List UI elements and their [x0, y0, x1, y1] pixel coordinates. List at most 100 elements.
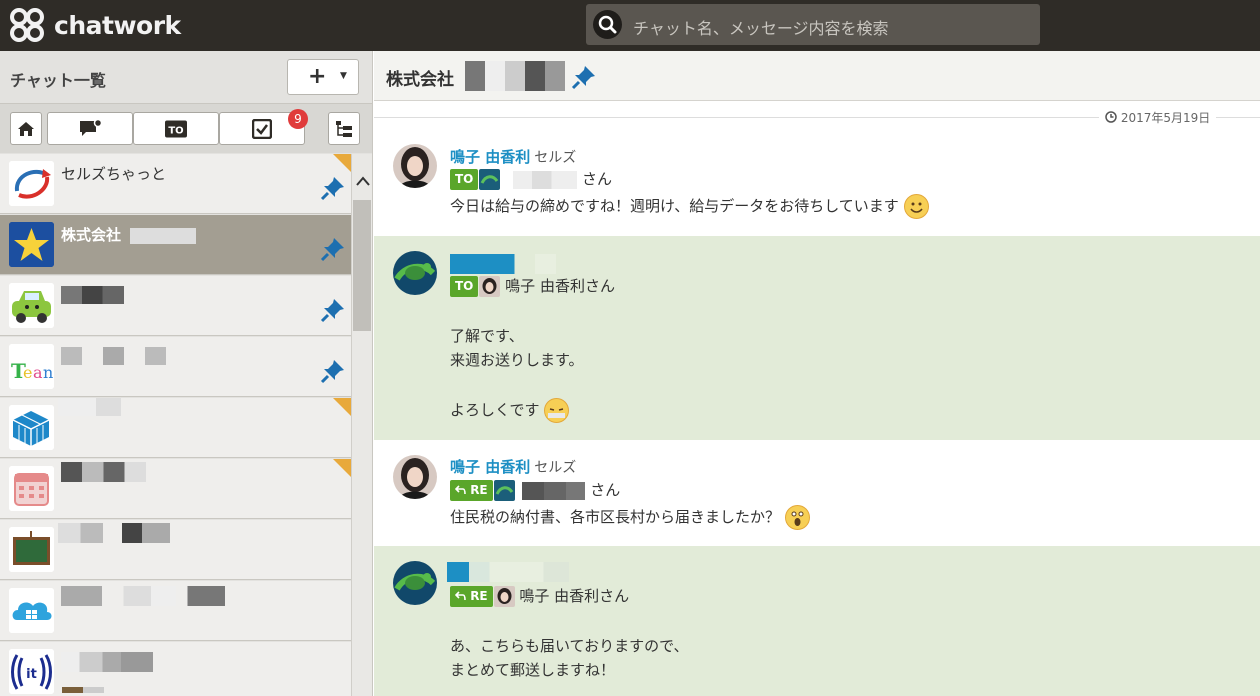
unread-chat-icon	[80, 118, 102, 136]
unread-corner-badge	[333, 398, 351, 416]
redacted-sender	[450, 254, 556, 274]
plus-icon: +	[308, 64, 327, 89]
redacted-text	[130, 228, 196, 244]
redacted-text	[58, 398, 121, 416]
message-body: 住民税の納付書、各市区長村から届きましたか？	[450, 505, 810, 530]
avatar[interactable]	[393, 251, 437, 295]
room-item[interactable]	[0, 276, 351, 336]
room-avatar	[9, 527, 54, 572]
reply-suffix: さん	[590, 481, 621, 499]
reply-label: RE	[470, 589, 488, 603]
room-item[interactable]: it	[0, 642, 351, 696]
redacted-text	[61, 462, 146, 482]
surprised-emoji-icon	[784, 505, 810, 530]
sidebar: チャット一覧 + ▼ TO 9 セルズちゃっと 株式会社 T e a n it	[0, 51, 373, 696]
filter-unread-button[interactable]	[47, 112, 133, 145]
avatar[interactable]	[393, 455, 437, 499]
message-text: よろしくです	[450, 401, 540, 419]
room-header: 株式会社	[374, 51, 1260, 101]
sender-name[interactable]: 鳴子 由香利 セルズ	[450, 456, 576, 477]
message[interactable]: TO 鳴子 由香利さん 了解です、 来週お送りします。 よろしくです	[374, 236, 1260, 440]
sender-name-text: 鳴子 由香利	[450, 148, 531, 166]
redacted-text	[61, 652, 153, 672]
reply-avatar	[493, 480, 515, 501]
to-tag: TO	[450, 169, 479, 190]
search-placeholder: チャット名、メッセージ内容を検索	[633, 19, 889, 38]
redacted-text	[522, 481, 586, 500]
message-body: あ、こちらも届いておりますので、	[450, 637, 689, 655]
sidebar-header: チャット一覧 + ▼	[0, 51, 372, 103]
filter-category-button[interactable]	[328, 112, 360, 145]
reply-tag[interactable]: RE	[450, 480, 493, 501]
room-item[interactable]	[0, 520, 351, 580]
pin-icon[interactable]	[320, 358, 346, 384]
sender-name-text: 鳴子 由香利	[450, 458, 531, 476]
message-reply-line: RE さん	[450, 479, 620, 501]
logo-text: chatwork	[54, 10, 181, 40]
pin-icon[interactable]	[320, 175, 346, 201]
room-avatar	[9, 222, 54, 267]
message-body: 来週お送りします。	[450, 351, 584, 369]
redacted-text	[58, 523, 170, 543]
chat-pane: 株式会社 2017年5月19日 鳴子 由香利 セルズ TO さん 今日は給与の締…	[374, 51, 1260, 696]
pin-icon[interactable]	[320, 236, 346, 262]
message-text: 住民税の納付書、各市区長村から届きましたか？	[450, 508, 781, 526]
room-name: セルズちゃっと	[61, 165, 167, 183]
pin-icon[interactable]	[320, 297, 346, 323]
message[interactable]: 鳴子 由香利 セルズ RE さん 住民税の納付書、各市区長村から届きましたか？	[374, 441, 1260, 545]
room-item[interactable]	[0, 581, 351, 641]
task-check-icon	[252, 118, 272, 139]
svg-text:n: n	[43, 363, 53, 382]
filter-to-button[interactable]: TO	[133, 112, 219, 145]
chatwork-logo-icon	[10, 8, 44, 42]
svg-text:a: a	[33, 363, 43, 382]
to-icon: TO	[165, 120, 187, 137]
message[interactable]: RE 鳴子 由香利さん あ、こちらも届いておりますので、 まとめて郵送しますね！	[374, 546, 1260, 696]
to-suffix: さん	[581, 170, 612, 188]
room-item[interactable]	[0, 398, 351, 458]
chevron-down-icon: ▼	[340, 71, 347, 81]
svg-text:e: e	[23, 363, 32, 382]
pin-icon[interactable]	[571, 64, 597, 90]
svg-text:TO: TO	[168, 125, 183, 136]
app-logo[interactable]: chatwork	[8, 6, 181, 44]
message-body: よろしくです	[450, 398, 570, 423]
room-item[interactable]: T e a n	[0, 337, 351, 397]
reply-label: RE	[470, 483, 488, 497]
redacted-text	[513, 170, 578, 189]
scroll-thumb[interactable]	[353, 200, 371, 331]
to-avatar	[479, 276, 501, 297]
filter-home-button[interactable]	[10, 112, 42, 145]
to-avatar	[479, 169, 501, 190]
room-item[interactable]: セルズちゃっと	[0, 154, 351, 214]
message-text: 今日は給与の締めですね！週明け、給与データをお待ちしています	[450, 197, 899, 215]
redacted-text	[465, 61, 565, 91]
room-avatar	[9, 588, 54, 633]
sidebar-title: チャット一覧	[10, 71, 106, 90]
smile-emoji-icon	[903, 194, 929, 219]
reply-arrow-icon	[454, 591, 466, 601]
room-avatar	[9, 405, 54, 450]
room-avatar: T e a n	[9, 344, 54, 389]
date-label: 2017年5月19日	[1099, 109, 1217, 126]
unread-corner-badge	[333, 154, 351, 172]
search-icon[interactable]	[593, 10, 622, 39]
search-input[interactable]: チャット名、メッセージ内容を検索	[586, 4, 1040, 45]
room-item-active[interactable]: 株式会社	[0, 215, 351, 275]
avatar[interactable]	[393, 144, 437, 188]
bow-emoji-icon	[544, 398, 570, 423]
chevron-up-icon[interactable]	[356, 176, 370, 186]
room-list-scrollbar[interactable]	[351, 154, 372, 696]
room-item[interactable]	[0, 459, 351, 519]
top-bar: chatwork チャット名、メッセージ内容を検索	[0, 0, 1260, 51]
message[interactable]: 鳴子 由香利 セルズ TO さん 今日は給与の締めですね！週明け、給与データをお待…	[374, 131, 1260, 235]
home-icon	[18, 121, 34, 136]
redacted-text	[61, 586, 225, 606]
sender-name[interactable]: 鳴子 由香利 セルズ	[450, 146, 576, 167]
reply-tag[interactable]: RE	[450, 586, 493, 607]
redacted-text	[61, 286, 124, 304]
room-avatar	[9, 283, 54, 328]
avatar[interactable]	[393, 561, 437, 605]
sender-org: セルズ	[534, 150, 577, 166]
add-chat-button[interactable]: + ▼	[287, 59, 359, 95]
